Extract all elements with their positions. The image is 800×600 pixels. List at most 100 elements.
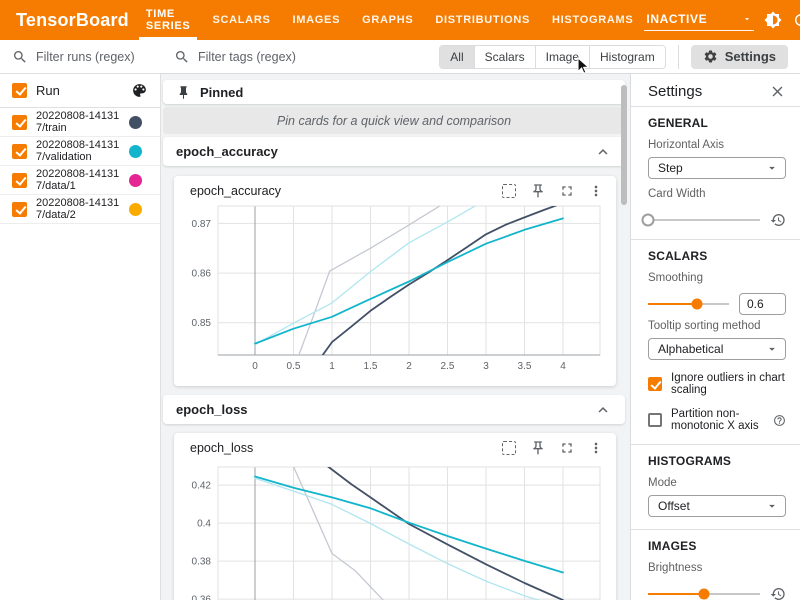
chevron-down-icon: [765, 161, 779, 175]
pin-icon: [176, 85, 191, 100]
run-checkbox[interactable]: [12, 173, 27, 188]
chevron-down-icon: [742, 14, 752, 24]
reload-status-select[interactable]: INACTIVE: [644, 9, 754, 31]
settings-section-images: IMAGES Brightness Contrast: [631, 530, 800, 600]
fit-to-data-icon[interactable]: [501, 183, 517, 199]
pin-card-icon[interactable]: [530, 183, 546, 199]
section-header-epoch-loss[interactable]: epoch_loss: [163, 395, 625, 424]
run-color-dot[interactable]: [129, 145, 142, 158]
settings-panel: Settings GENERAL Horizontal Axis Step Ca…: [630, 74, 800, 600]
filter-tags-input[interactable]: Filter tags (regex): [198, 50, 439, 64]
scalar-card-epoch-loss: 0.420.40.380.3600.511.522.533.54 epoch_l…: [174, 433, 616, 600]
filter-image-button[interactable]: Image: [536, 46, 590, 68]
filter-runs-input[interactable]: Filter runs (regex): [0, 40, 160, 74]
tab-distributions[interactable]: DISTRIBUTIONS: [424, 0, 541, 40]
settings-button[interactable]: Settings: [691, 45, 788, 69]
run-color-dot[interactable]: [129, 174, 142, 187]
fullscreen-icon[interactable]: [559, 183, 575, 199]
histogram-mode-dropdown[interactable]: Offset: [648, 495, 786, 517]
run-checkbox[interactable]: [12, 202, 27, 217]
pin-card-icon[interactable]: [530, 440, 546, 456]
brightness-label: Brightness: [648, 562, 786, 574]
help-icon[interactable]: [773, 414, 786, 427]
restore-icon[interactable]: [770, 586, 786, 600]
slider-thumb[interactable]: [692, 299, 703, 310]
brightness-slider[interactable]: [648, 593, 760, 595]
scrollbar-thumb[interactable]: [621, 85, 627, 205]
settings-section-general: GENERAL Horizontal Axis Step Card Width: [631, 107, 800, 240]
brightness-icon[interactable]: [764, 11, 782, 29]
partition-x-axis-row: Partition non-monotonic X axis: [648, 408, 786, 432]
filter-all-button[interactable]: All: [440, 46, 474, 68]
section-header-epoch-accuracy[interactable]: epoch_accuracy: [163, 137, 625, 166]
search-icon: [174, 49, 190, 65]
run-color-dot[interactable]: [129, 116, 142, 129]
chevron-up-icon[interactable]: [594, 401, 612, 419]
refresh-icon[interactable]: [792, 11, 800, 29]
svg-text:0.4: 0.4: [197, 519, 211, 530]
fit-to-data-icon[interactable]: [501, 440, 517, 456]
search-icon: [12, 49, 28, 65]
pinned-section-header[interactable]: Pinned: [163, 80, 625, 104]
slider-thumb[interactable]: [699, 589, 710, 600]
pinned-title: Pinned: [200, 85, 243, 100]
main-nav: TIME SERIES SCALARS IMAGES GRAPHS DISTRI…: [135, 0, 645, 40]
palette-icon[interactable]: [131, 82, 148, 99]
header-controls: INACTIVE: [644, 9, 800, 31]
app-logo: TensorBoard: [0, 10, 129, 31]
tag-toolbar: Filter tags (regex) All Scalars Image Hi…: [160, 40, 800, 74]
run-checkbox[interactable]: [12, 144, 27, 159]
tab-images[interactable]: IMAGES: [282, 0, 352, 40]
card-width-label: Card Width: [648, 188, 786, 200]
slider-thumb[interactable]: [642, 214, 655, 227]
filter-histogram-button[interactable]: Histogram: [590, 46, 665, 68]
fullscreen-icon[interactable]: [559, 440, 575, 456]
svg-text:0.86: 0.86: [192, 269, 212, 280]
run-color-dot[interactable]: [129, 203, 142, 216]
ignore-outliers-checkbox[interactable]: [648, 377, 662, 391]
epoch-accuracy-chart[interactable]: 0.850.860.8700.511.522.533.54: [174, 176, 616, 386]
settings-gear-icon: [703, 49, 718, 64]
svg-text:0.85: 0.85: [192, 318, 212, 329]
more-options-icon[interactable]: [588, 183, 604, 199]
pinned-empty-message: Pin cards for a quick view and compariso…: [163, 107, 625, 134]
svg-text:2.5: 2.5: [441, 361, 455, 372]
scalar-card-epoch-accuracy: 0.850.860.8700.511.522.533.54 epoch_accu…: [174, 176, 616, 386]
smoothing-label: Smoothing: [648, 272, 786, 284]
tooltip-sorting-dropdown[interactable]: Alphabetical: [648, 338, 786, 360]
tab-scalars[interactable]: SCALARS: [201, 0, 281, 40]
run-select-all-checkbox[interactable]: [12, 83, 27, 98]
run-row-train[interactable]: 20220808-141317/train: [0, 108, 160, 137]
card-toolbar: [501, 183, 604, 199]
run-column-label: Run: [36, 83, 122, 98]
smoothing-slider[interactable]: [648, 303, 729, 305]
svg-text:2: 2: [406, 361, 412, 372]
card-width-slider[interactable]: [648, 219, 760, 221]
svg-text:3.5: 3.5: [518, 361, 532, 372]
run-checkbox[interactable]: [12, 115, 27, 130]
svg-text:1.5: 1.5: [364, 361, 378, 372]
settings-section-scalars: SCALARS Smoothing Tooltip sorting method…: [631, 240, 800, 445]
tab-time-series[interactable]: TIME SERIES: [135, 0, 202, 40]
filter-scalars-button[interactable]: Scalars: [475, 46, 536, 68]
cards-area: Pinned Pin cards for a quick view and co…: [160, 74, 630, 600]
partition-x-axis-checkbox[interactable]: [648, 413, 662, 427]
horizontal-axis-dropdown[interactable]: Step: [648, 157, 786, 179]
chevron-up-icon[interactable]: [594, 143, 612, 161]
run-row-data-2[interactable]: 20220808-141317/data/2: [0, 195, 160, 224]
svg-text:0.5: 0.5: [287, 361, 301, 372]
smoothing-value-input[interactable]: [739, 293, 786, 315]
app-header: TensorBoard TIME SERIES SCALARS IMAGES G…: [0, 0, 800, 40]
svg-text:1: 1: [329, 361, 335, 372]
toolbar-divider: [678, 45, 679, 69]
tab-graphs[interactable]: GRAPHS: [351, 0, 424, 40]
smoothing-control: [648, 297, 786, 311]
card-width-control: [648, 213, 786, 227]
more-options-icon[interactable]: [588, 440, 604, 456]
run-row-validation[interactable]: 20220808-141317/validation: [0, 137, 160, 166]
tab-histograms[interactable]: HISTOGRAMS: [541, 0, 644, 40]
restore-icon[interactable]: [770, 212, 786, 228]
close-icon[interactable]: [769, 83, 786, 100]
run-row-data-1[interactable]: 20220808-141317/data/1: [0, 166, 160, 195]
ignore-outliers-row: Ignore outliers in chart scaling: [648, 372, 786, 396]
